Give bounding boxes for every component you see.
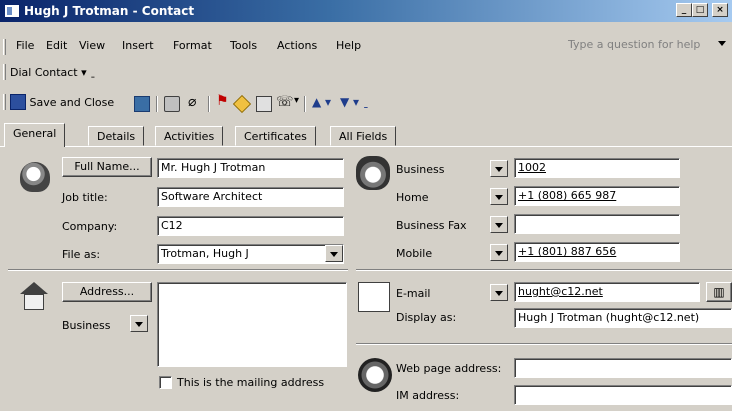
- address-type-label: Business: [62, 319, 111, 332]
- save-close-button[interactable]: Save and Close: [10, 94, 115, 111]
- previous-item-icon[interactable]: ▲ ▾: [312, 95, 331, 109]
- save-icon: [10, 94, 26, 110]
- dial-contact-button[interactable]: Dial Contact ▾ ˍ: [10, 66, 96, 79]
- address-type-dropdown[interactable]: [130, 315, 148, 332]
- display-as-field[interactable]: Hugh J Trotman (hught@c12.net): [514, 308, 732, 328]
- close-button[interactable]: ×: [712, 3, 728, 17]
- email-field[interactable]: hught@c12.net: [514, 282, 700, 302]
- window-title: Hugh J Trotman - Contact: [24, 4, 195, 18]
- address-book-icon[interactable]: ▥: [706, 282, 732, 302]
- title-bar: Hugh J Trotman - Contact _ □ ×: [0, 0, 732, 22]
- email-dropdown[interactable]: [490, 284, 508, 301]
- phone-fax-label: Business Fax: [396, 219, 467, 232]
- file-as-dropdown[interactable]: [325, 245, 343, 262]
- globe-icon: [358, 358, 392, 392]
- flag-icon[interactable]: ⚑: [216, 93, 229, 109]
- house-icon-body: [24, 294, 44, 310]
- phone-dial-icon[interactable]: ☏: [276, 94, 294, 110]
- section-divider: [356, 343, 732, 345]
- company-label: Company:: [62, 220, 118, 233]
- phone-business-field[interactable]: 1002: [514, 158, 680, 178]
- tab-certificates[interactable]: Certificates: [235, 126, 316, 146]
- phone-mobile-field[interactable]: +1 (801) 887 656: [514, 242, 680, 262]
- toolbar-grip[interactable]: [3, 64, 6, 80]
- notes-icon[interactable]: [134, 96, 150, 112]
- toolbar-grip[interactable]: [3, 94, 6, 110]
- im-address-label: IM address:: [396, 389, 460, 402]
- mailing-address-checkbox[interactable]: [159, 376, 172, 389]
- job-title-label: Job title:: [62, 191, 108, 204]
- print-icon[interactable]: [164, 96, 180, 112]
- phone-home-field[interactable]: +1 (808) 665 987: [514, 186, 680, 206]
- menubar-grip[interactable]: [3, 39, 6, 55]
- menu-insert[interactable]: Insert: [122, 39, 154, 52]
- dial-dropdown-icon[interactable]: ▾: [294, 95, 299, 106]
- job-title-field[interactable]: Software Architect: [157, 187, 344, 207]
- tab-details[interactable]: Details: [88, 126, 145, 146]
- display-as-label: Display as:: [396, 311, 457, 324]
- phone-fax-field[interactable]: [514, 214, 680, 234]
- menu-edit[interactable]: Edit: [46, 39, 67, 52]
- section-divider: [8, 269, 348, 271]
- mailing-address-label: This is the mailing address: [177, 376, 325, 389]
- tab-general[interactable]: General: [4, 123, 66, 147]
- help-dropdown-icon[interactable]: [718, 41, 726, 46]
- phone-mobile-dropdown[interactable]: [490, 244, 508, 261]
- tab-all-fields[interactable]: All Fields: [330, 126, 397, 146]
- section-divider: [356, 269, 732, 271]
- house-icon: [20, 282, 48, 294]
- menu-help[interactable]: Help: [336, 39, 361, 52]
- im-address-field[interactable]: [514, 385, 732, 405]
- next-item-icon[interactable]: ▼ ▾ ˍ: [340, 95, 369, 109]
- phone-home-label: Home: [396, 191, 429, 204]
- phone-home-dropdown[interactable]: [490, 188, 508, 205]
- phone-fax-dropdown[interactable]: [490, 216, 508, 233]
- phone-mobile-label: Mobile: [396, 247, 433, 260]
- phone-business-label: Business: [396, 163, 445, 176]
- toolbar-separator: [156, 96, 158, 112]
- toolbar-separator: [304, 96, 306, 112]
- dial-dropdown-icon: ▾ ˍ: [77, 66, 96, 79]
- web-page-field[interactable]: [514, 358, 732, 378]
- maximize-button[interactable]: □: [692, 3, 708, 17]
- help-search-input[interactable]: Type a question for help: [568, 38, 728, 56]
- envelope-icon: [358, 282, 390, 312]
- address-button[interactable]: Address...: [62, 282, 152, 302]
- menu-actions[interactable]: Actions: [277, 39, 317, 52]
- menu-format[interactable]: Format: [173, 39, 212, 52]
- contact-card-icon[interactable]: [256, 96, 272, 112]
- menu-tools[interactable]: Tools: [230, 39, 257, 52]
- person-icon: [20, 162, 50, 192]
- tab-strip-border: [0, 146, 732, 147]
- attach-icon[interactable]: ⌀: [188, 94, 196, 110]
- contact-card-icon: [4, 4, 20, 18]
- save-close-label: Save and Close: [29, 96, 115, 109]
- categories-icon[interactable]: [232, 94, 252, 114]
- full-name-field[interactable]: Mr. Hugh J Trotman: [157, 158, 344, 178]
- company-field[interactable]: C12: [157, 216, 344, 236]
- address-textarea[interactable]: [157, 282, 347, 367]
- file-as-label: File as:: [62, 248, 101, 261]
- email-label: E-mail: [396, 287, 431, 300]
- tab-activities[interactable]: Activities: [155, 126, 224, 146]
- toolbar-separator: [208, 96, 210, 112]
- full-name-button[interactable]: Full Name...: [62, 157, 152, 177]
- minimize-button[interactable]: _: [676, 3, 692, 17]
- dial-contact-label: Dial Contact: [10, 66, 78, 79]
- file-as-field[interactable]: Trotman, Hugh J: [157, 244, 344, 264]
- web-page-label: Web page address:: [396, 362, 502, 375]
- menu-file[interactable]: File: [16, 39, 34, 52]
- phone-icon: [356, 156, 390, 190]
- phone-business-dropdown[interactable]: [490, 160, 508, 177]
- menu-view[interactable]: View: [79, 39, 105, 52]
